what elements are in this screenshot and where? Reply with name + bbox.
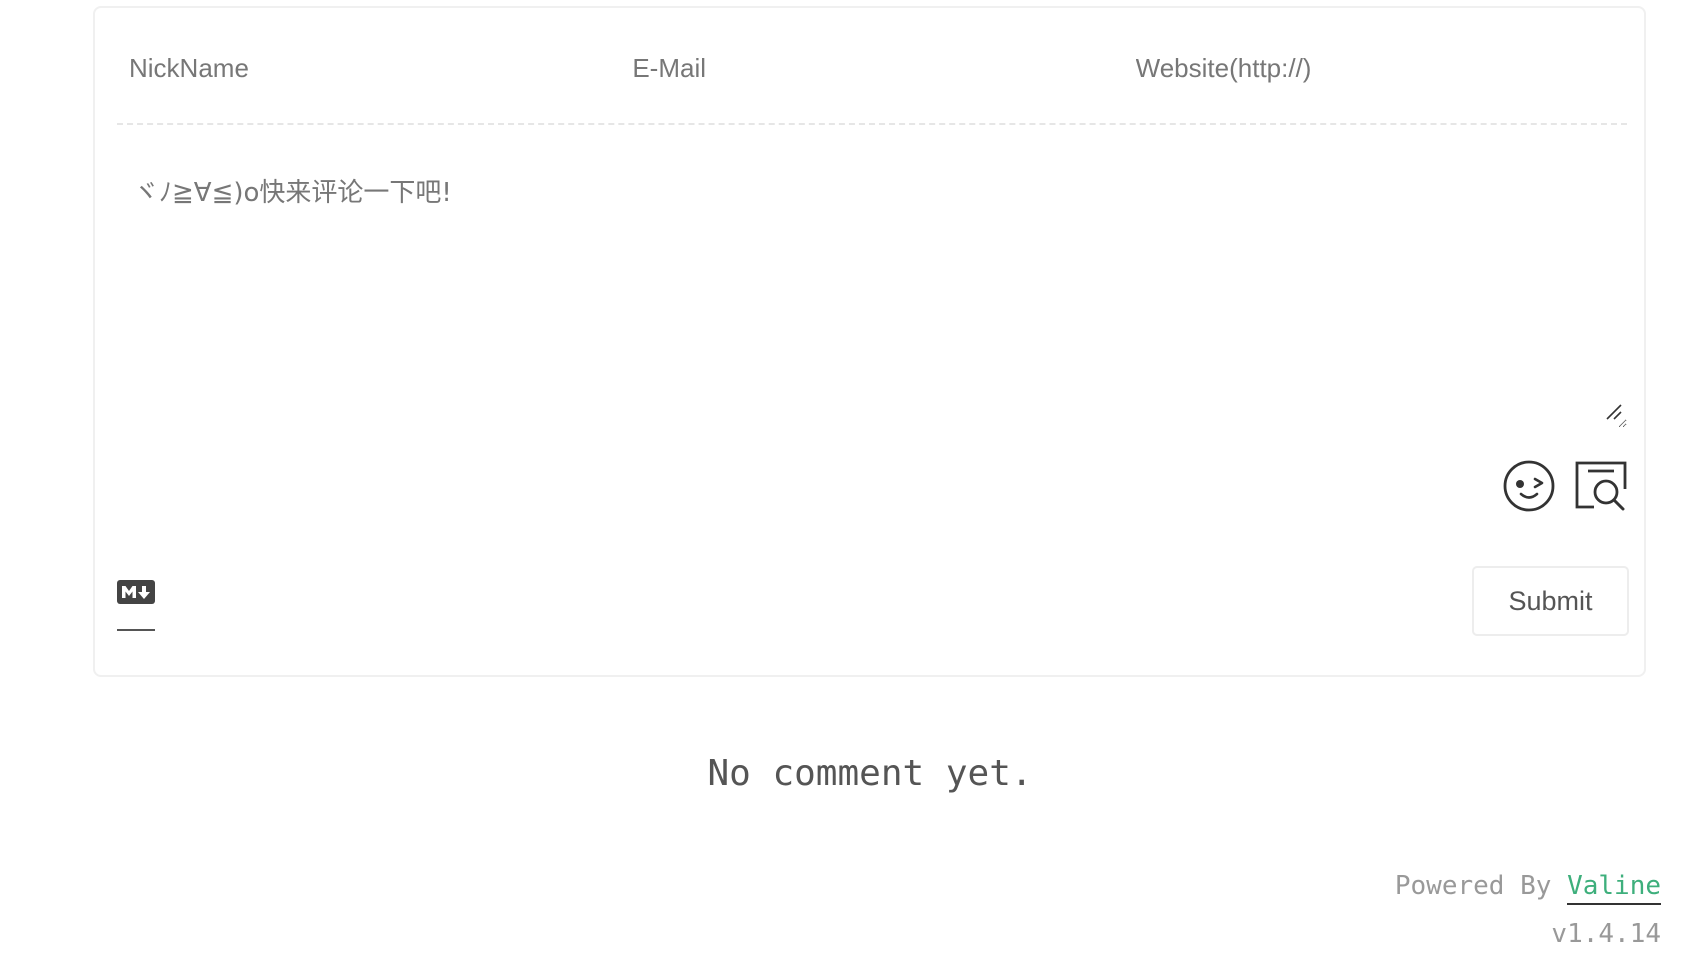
resize-handle-icon[interactable] xyxy=(1605,403,1623,421)
valine-link[interactable]: Valine xyxy=(1567,871,1661,905)
comment-header-fields xyxy=(117,48,1627,88)
markdown-toggle[interactable] xyxy=(117,580,155,634)
empty-comments-text: No comment yet. xyxy=(707,753,1033,794)
submit-button[interactable]: Submit xyxy=(1472,566,1629,636)
header-divider xyxy=(117,123,1627,125)
email-input[interactable] xyxy=(620,48,1124,88)
comment-form: Submit xyxy=(93,6,1646,677)
markdown-underline xyxy=(117,629,155,631)
markdown-icon xyxy=(117,580,155,604)
powered-by-prefix: Powered By xyxy=(1394,871,1552,901)
website-input[interactable] xyxy=(1123,48,1627,88)
nickname-input[interactable] xyxy=(117,48,621,88)
preview-icon[interactable] xyxy=(1574,459,1628,513)
powered-by: Powered By Valine xyxy=(1394,871,1661,905)
comment-textarea[interactable] xyxy=(117,158,1627,428)
emoji-icon[interactable] xyxy=(1502,459,1556,513)
version-label: v1.4.14 xyxy=(1551,919,1661,949)
